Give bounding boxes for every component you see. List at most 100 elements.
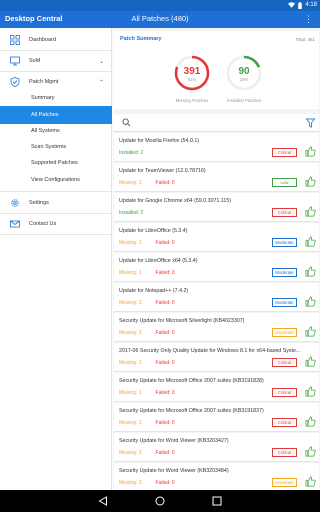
thumbs-up-icon[interactable] [305,146,316,157]
chevron-up-icon: ⌃ [98,79,104,86]
patch-title: Update for TeamViewer (12.0.78716) [119,168,206,174]
patch-row[interactable]: Security Update for Word Viewer (KB32034… [114,433,319,462]
missing-patches-ring[interactable]: 391 81% [173,54,211,92]
patch-title: Update for Notepad++ (7.4.2) [119,288,189,294]
sidebar-subitem-summary[interactable]: Summary [0,89,112,107]
thumbs-up-icon[interactable] [305,416,316,427]
sidebar: Dashboard SoM ⌄ Patch Mgmt ⌃ Summary All… [0,28,112,490]
patch-row[interactable]: Update for LibreOffice x64 (5.3.4) Missin… [114,253,319,282]
failed-label: Failed: [155,270,171,276]
status-count: 1 [138,420,142,426]
patch-row[interactable]: Update for Google Chrome x64 (59.0.3071.… [114,193,319,222]
missing-count: 391 [184,66,201,77]
status-label: Missing: [119,270,138,276]
status-count: 1 [138,180,142,186]
failed-label: Failed: [155,360,171,366]
failed-label: Failed: [155,420,171,426]
failed-count: 0 [171,330,175,336]
severity-badge: Moderate [272,238,297,247]
sidebar-item-settings[interactable]: Settings [0,194,112,212]
failed-count: 0 [171,450,175,456]
thumbs-up-icon[interactable] [305,296,316,307]
patch-title: Security Update for Microsoft Silverligh… [119,318,245,324]
patch-row[interactable]: Security Update for Microsoft Silverligh… [114,313,319,342]
patch-status: Missing: 2 Failed: 0 [119,330,175,336]
failed-label: Failed: [155,450,171,456]
severity-badge: Low [272,178,297,187]
thumbs-up-icon[interactable] [305,386,316,397]
home-icon[interactable] [155,496,165,506]
sidebar-item-dashboard[interactable]: Dashboard [0,31,112,49]
divider [0,191,112,192]
thumbs-up-icon[interactable] [305,236,316,247]
thumbs-up-icon[interactable] [305,266,316,277]
patch-status: Installed: 2 [119,150,143,156]
thumbs-up-icon[interactable] [305,326,316,337]
status-bar: 4:18 [0,0,320,11]
sidebar-item-contact-us[interactable]: Contact Us [0,215,112,233]
status-count: 2 [140,150,144,156]
status-icons: 4:18 [288,1,317,9]
status-count: 1 [138,390,142,396]
missing-patches-label: Missing Patches [175,98,209,103]
severity-badge: Critical [272,148,297,157]
divider [0,50,112,51]
patch-row[interactable]: Update for Notepad++ (7.4.2) Missing: 2 Fa… [114,283,319,312]
status-count: 1 [138,270,142,276]
installed-patches-ring[interactable]: 90 19% [225,54,263,92]
page-title: All Patches (480) [131,14,189,23]
failed-count: 0 [171,240,175,246]
patch-row[interactable]: Security Update for Microsoft Office 200… [114,403,319,432]
sidebar-item-label: Settings [29,200,49,206]
shield-icon [10,77,20,87]
search-icon[interactable] [122,118,131,127]
patch-row[interactable]: 2017-06 Security Only Quality Update for… [114,343,319,372]
failed-count: 0 [171,420,175,426]
search-bar[interactable] [114,114,319,132]
status-label: Installed: [119,210,140,216]
mail-icon [10,219,20,229]
sidebar-item-label: Patch Mgmt [29,79,59,85]
severity-badge: Critical [272,208,297,217]
patch-title: Update for LibreOffice x64 (5.3.4) [119,258,198,264]
overflow-menu-icon[interactable]: ⋮ [304,13,313,25]
navigation-bar [0,490,320,512]
patch-row[interactable]: Update for TeamViewer (12.0.78716) Missin… [114,163,319,192]
monitor-icon [10,56,20,66]
status-label: Missing: [119,330,138,336]
status-count: 1 [138,240,142,246]
status-count: 2 [138,300,142,306]
recents-icon[interactable] [212,496,222,506]
patch-row[interactable]: Security Update for Word Viewer (KB32034… [114,463,319,490]
patch-status: Missing: 1 Failed: 0 [119,420,175,426]
patch-status: Missing: 1 Failed: 0 [119,360,175,366]
battery-icon [298,1,303,9]
thumbs-up-icon[interactable] [305,476,316,487]
sidebar-subitem-view-configurations[interactable]: View Configurations [0,171,112,189]
status-label: Missing: [119,390,138,396]
sidebar-item-som[interactable]: SoM ⌄ [0,52,112,70]
sidebar-item-label: SoM [29,58,41,64]
app-bar: Desktop Central All Patches (480) ⋮ [0,11,320,28]
thumbs-up-icon[interactable] [305,206,316,217]
thumbs-up-icon[interactable] [305,446,316,457]
patch-row[interactable]: Security Update for Microsoft Office 200… [114,373,319,402]
thumbs-up-icon[interactable] [305,176,316,187]
sidebar-item-label: Dashboard [29,37,56,43]
sidebar-item-label: Contact Us [29,221,57,227]
thumbs-up-icon[interactable] [305,356,316,367]
missing-pct: 81% [188,77,197,82]
patch-row[interactable]: Update for LibreOffice (5.3.4) Missing: 1… [114,223,319,252]
filter-icon[interactable] [306,118,315,128]
failed-count: 0 [171,270,175,276]
status-count: 2 [138,480,142,486]
severity-badge: Moderate [272,298,297,307]
sidebar-subitem-supported-patches[interactable]: Supported Patches [0,154,112,172]
severity-badge: Critical [272,388,297,397]
patch-row[interactable]: Update for Mozilla Firefox (54.0.1) Insta… [114,133,319,162]
back-icon[interactable] [98,496,108,506]
patch-title: Security Update for Microsoft Office 200… [119,408,264,414]
patch-status: Missing: 1 Failed: 0 [119,180,175,186]
patch-status: Missing: 2 Failed: 0 [119,300,175,306]
failed-count: 0 [171,180,175,186]
